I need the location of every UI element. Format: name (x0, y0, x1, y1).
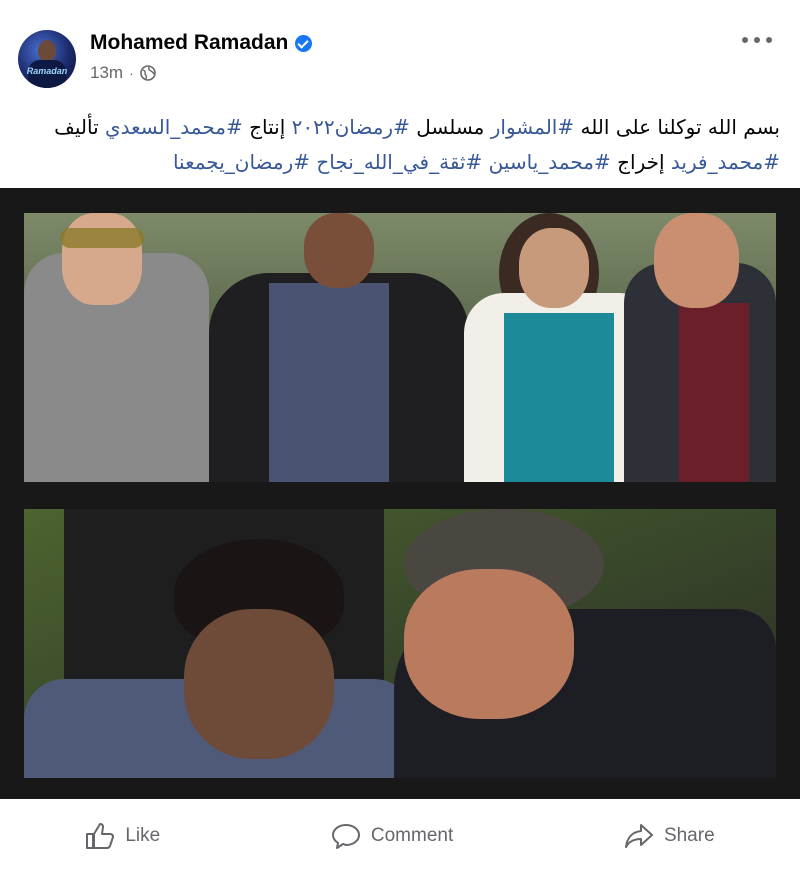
hashtag-link[interactable]: #محمد_فريد (671, 150, 780, 174)
hashtag-link[interactable]: #ثقة_في_الله_نجاح (316, 150, 482, 174)
meta-separator: · (129, 65, 134, 81)
hashtag-link[interactable]: #رمضان_يجمعنا (173, 150, 310, 174)
like-button[interactable]: Like (85, 822, 160, 850)
post-text-segment: إخراج (610, 150, 671, 174)
avatar-head (38, 40, 56, 62)
author-name[interactable]: Mohamed Ramadan (90, 31, 288, 55)
comment-label: Comment (370, 824, 454, 846)
post-text-segment: تأليف (54, 115, 105, 139)
post-photo-2[interactable] (24, 509, 776, 778)
like-label: Like (125, 824, 161, 846)
post-header: Ramadan Mohamed Ramadan 13m · (0, 0, 800, 98)
post-text-segment: إنتاج (242, 115, 292, 139)
comment-button[interactable]: Comment (331, 822, 453, 850)
post-photo-1[interactable] (24, 213, 776, 482)
share-button[interactable]: Share (624, 822, 715, 850)
share-icon (624, 823, 653, 848)
share-label: Share (663, 824, 715, 846)
more-options-icon[interactable] (742, 33, 772, 47)
hashtag-link[interactable]: #المشوار (491, 115, 574, 139)
thumbs-up-icon (86, 822, 115, 849)
avatar[interactable]: Ramadan (18, 30, 76, 88)
post-text-segment: بسم الله توكلنا على الله (574, 115, 780, 139)
hashtag-link[interactable]: #محمد_ياسين (489, 150, 611, 174)
comment-icon (331, 823, 360, 849)
verified-badge-icon (295, 34, 313, 52)
post-meta: 13m · (90, 62, 156, 84)
post-time[interactable]: 13m (90, 63, 123, 83)
post-actions: Like Comment Share (0, 800, 800, 871)
globe-icon[interactable] (139, 65, 156, 81)
post-text: بسم الله توكلنا على الله #المشوار مسلسل … (20, 110, 780, 180)
post-text-segment: مسلسل (409, 115, 491, 139)
hashtag-link[interactable]: #رمضان٢٠٢٢ (292, 115, 410, 139)
author-row: Mohamed Ramadan (90, 30, 313, 56)
hashtag-link[interactable]: #محمد_السعدي (105, 115, 243, 139)
avatar-text: Ramadan (26, 66, 68, 76)
